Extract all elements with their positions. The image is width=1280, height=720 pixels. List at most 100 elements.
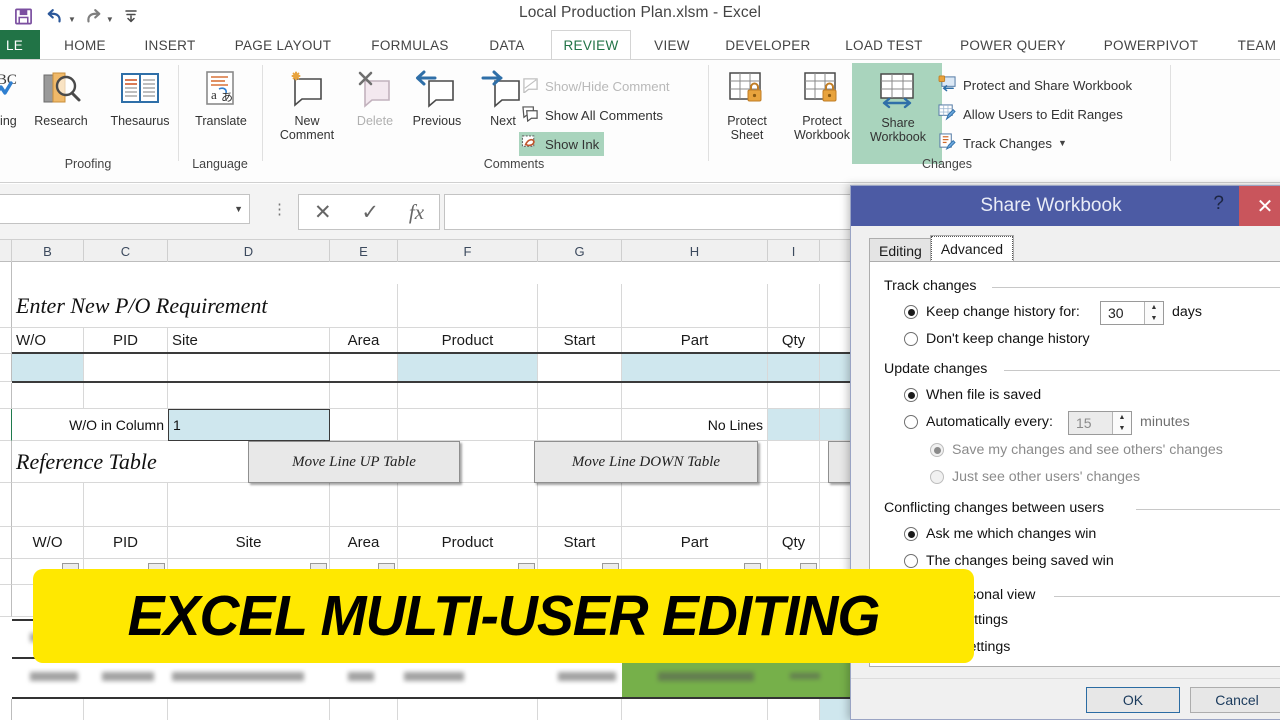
- cell-c-spacer[interactable]: [84, 383, 168, 409]
- entry-input-wo[interactable]: [12, 354, 84, 382]
- cell-f-title[interactable]: [398, 284, 538, 328]
- tab-view[interactable]: VIEW: [637, 30, 707, 60]
- entry-input-part[interactable]: [622, 354, 768, 382]
- cell-a-data-0[interactable]: [0, 585, 12, 617]
- data-row-3-e[interactable]: [330, 699, 398, 720]
- data-row-3-g[interactable]: [538, 699, 622, 720]
- new-comment-button[interactable]: New Comment: [270, 65, 344, 142]
- tab-file[interactable]: LE: [0, 30, 40, 60]
- data-row-3-i[interactable]: [768, 699, 820, 720]
- wo-in-column-value[interactable]: 1: [168, 409, 330, 441]
- tab-insert[interactable]: INSERT: [124, 30, 216, 60]
- tab-developer[interactable]: DEVELOPER: [707, 30, 829, 60]
- cell-h-ref-blank[interactable]: [622, 483, 768, 527]
- data-row-3-d[interactable]: [168, 699, 330, 720]
- previous-comment-button[interactable]: Previous: [399, 65, 475, 129]
- entry-input-site[interactable]: [168, 354, 330, 382]
- allow-users-to-edit-ranges-button[interactable]: Allow Users to Edit Ranges: [938, 102, 1123, 126]
- cell-g-title[interactable]: [538, 284, 622, 328]
- name-box[interactable]: ▼: [0, 194, 250, 224]
- cell-i-ref-title[interactable]: [768, 441, 820, 483]
- cell-g-ref-blank[interactable]: [538, 483, 622, 527]
- cell-d-spacer[interactable]: [168, 383, 330, 409]
- cancel-icon[interactable]: ✕: [314, 200, 332, 225]
- cell-a-ref-hdr[interactable]: [0, 527, 12, 559]
- entry-input-product[interactable]: [398, 354, 538, 382]
- cell-f-spacer[interactable]: [398, 383, 538, 409]
- cell-f-wo-col[interactable]: [398, 409, 538, 441]
- cell-a-entry-row[interactable]: [0, 354, 12, 382]
- tab-editing[interactable]: Editing: [869, 238, 932, 262]
- cell-b-ref-blank[interactable]: [12, 483, 84, 527]
- help-icon[interactable]: ?: [1213, 193, 1224, 215]
- radio-automatically-every[interactable]: Automatically every:: [904, 414, 1053, 430]
- cancel-button[interactable]: Cancel: [1190, 687, 1280, 713]
- tab-home[interactable]: HOME: [46, 30, 124, 60]
- tab-load-test[interactable]: LOAD TEST: [829, 30, 939, 60]
- auto-interval-spinner[interactable]: 15 ▲ ▼: [1068, 411, 1132, 435]
- move-line-up-button[interactable]: Move Line UP Table: [248, 441, 460, 483]
- entry-input-pid[interactable]: [84, 354, 168, 382]
- cell-a-data-3[interactable]: [0, 699, 12, 720]
- no-lines-value[interactable]: [768, 409, 820, 441]
- cell-a-ref-title[interactable]: [0, 441, 12, 483]
- entry-input-area[interactable]: [330, 354, 398, 382]
- cell-i-ref-blank[interactable]: [768, 483, 820, 527]
- column-header-a[interactable]: [0, 240, 12, 262]
- tab-page-layout[interactable]: PAGE LAYOUT: [216, 30, 350, 60]
- protect-sheet-button[interactable]: Protect Sheet: [712, 65, 782, 142]
- column-header-i[interactable]: I: [768, 240, 820, 262]
- entry-input-start[interactable]: [538, 354, 622, 382]
- column-header-f[interactable]: F: [398, 240, 538, 262]
- data-row-3-c[interactable]: [84, 699, 168, 720]
- cell-a-spacer[interactable]: [0, 383, 12, 409]
- tab-formulas[interactable]: FORMULAS: [350, 30, 470, 60]
- cell-e-spacer[interactable]: [330, 383, 398, 409]
- dialog-title-bar[interactable]: Share Workbook ? ✕: [851, 186, 1280, 226]
- radio-dont-keep-history[interactable]: Don't keep change history: [904, 331, 1090, 347]
- column-header-b[interactable]: B: [12, 240, 84, 262]
- spinner-arrows[interactable]: ▲ ▼: [1144, 302, 1163, 324]
- tab-advanced[interactable]: Advanced: [929, 235, 1015, 263]
- share-workbook-button[interactable]: Share Workbook: [852, 63, 942, 164]
- keep-history-days-spinner[interactable]: 30 ▲ ▼: [1100, 301, 1164, 325]
- tab-power-query[interactable]: POWER QUERY: [939, 30, 1087, 60]
- cell-e-ref-blank[interactable]: [330, 483, 398, 527]
- radio-keep-change-history[interactable]: Keep change history for:: [904, 304, 1080, 320]
- data-row-3-f[interactable]: [398, 699, 538, 720]
- column-header-d[interactable]: D: [168, 240, 330, 262]
- cell-d-ref-blank[interactable]: [168, 483, 330, 527]
- cell-i-spacer[interactable]: [768, 383, 820, 409]
- cell-e-title[interactable]: [330, 284, 398, 328]
- track-changes-button[interactable]: Track Changes ▼: [938, 131, 1067, 155]
- column-header-c[interactable]: C: [84, 240, 168, 262]
- column-header-e[interactable]: E: [330, 240, 398, 262]
- entry-input-qty[interactable]: [768, 354, 820, 382]
- show-ink-button[interactable]: Show Ink: [519, 132, 605, 156]
- data-row-3-h[interactable]: [622, 699, 768, 720]
- cell-c-ref-blank[interactable]: [84, 483, 168, 527]
- cell-f-ref-blank[interactable]: [398, 483, 538, 527]
- cell-g-spacer[interactable]: [538, 383, 622, 409]
- data-row-3-b[interactable]: [12, 699, 84, 720]
- delete-comment-button[interactable]: Delete: [344, 65, 406, 129]
- ok-button[interactable]: OK: [1086, 687, 1180, 713]
- insert-function-icon[interactable]: fx: [409, 200, 424, 225]
- show-hide-comment-button[interactable]: Show/Hide Comment: [522, 74, 670, 98]
- translate-button[interactable]: aあ Translate: [185, 65, 257, 129]
- spinner-arrows[interactable]: ▲ ▼: [1112, 412, 1131, 434]
- tab-data[interactable]: DATA: [470, 30, 544, 60]
- research-button[interactable]: Research: [28, 65, 94, 129]
- cell-a-filter[interactable]: [0, 559, 12, 585]
- cell-a-title[interactable]: [0, 284, 12, 328]
- enter-icon[interactable]: ✓: [361, 200, 379, 225]
- track-changes-caret-icon[interactable]: ▼: [1058, 138, 1067, 148]
- tab-team[interactable]: TEAM: [1227, 30, 1280, 60]
- cell-e-wo-col[interactable]: [330, 409, 398, 441]
- data-row-2[interactable]: [12, 661, 860, 699]
- formula-bar-drag-handle[interactable]: ⋮: [272, 200, 287, 218]
- cell-g-wo-col[interactable]: [538, 409, 622, 441]
- close-icon[interactable]: ✕: [1239, 186, 1280, 226]
- move-line-down-button[interactable]: Move Line DOWN Table: [534, 441, 758, 483]
- cell-b-spacer[interactable]: [12, 383, 84, 409]
